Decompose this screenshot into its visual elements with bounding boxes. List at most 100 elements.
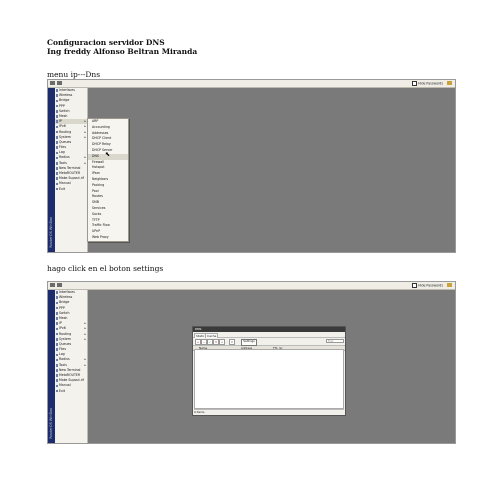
filter-icon[interactable]: ▾: [229, 339, 235, 345]
hide-passwords-toggle[interactable]: Hide Passwords: [412, 283, 443, 288]
menu-item-icon: [55, 94, 59, 98]
item-count: 0 items: [194, 410, 205, 414]
menu-item-icon: [55, 182, 59, 186]
sidebar-item-label: New Terminal: [59, 367, 81, 372]
dns-dialog-title: DNS: [195, 327, 202, 331]
menu-item-icon: [55, 389, 59, 393]
menu-item-icon: [55, 312, 59, 315]
winbox-toolbar: Hide Passwords: [48, 80, 455, 88]
lock-icon: [447, 283, 452, 287]
sidebar-item-label: PPP: [59, 103, 65, 108]
menu-item-icon: [55, 374, 59, 377]
sidebar-item-label: Queues: [59, 341, 72, 346]
checkbox-icon[interactable]: [412, 81, 418, 86]
sidebar-item-label: Switch: [59, 310, 70, 315]
menu-item-icon: [55, 337, 59, 341]
document-author: Ing freddy Alfonso Beltran Miranda: [47, 47, 198, 56]
menu-item-icon: [55, 353, 59, 357]
sidebar-item-label: Wireless: [59, 295, 73, 300]
menu-item-icon: [55, 187, 59, 191]
winbox-screenshot-dns-dialog: Hide Passwords RouterOS WinBox Interface…: [47, 281, 456, 444]
winbox-main-menu: Interfaces Wireless Bridge PPP Switch Mesh IP ▸…: [55, 88, 88, 252]
winbox-main-menu: Interfaces Wireless Bridge PPP Switch Mesh IP ▸…: [55, 290, 88, 443]
menu-item-icon: [55, 130, 59, 134]
lock-icon: [447, 81, 452, 85]
menu-item-icon: [55, 141, 59, 144]
sidebar-item-label: Bridge: [59, 98, 70, 103]
document-title: Configuracion servidor DNS: [47, 38, 165, 47]
menu-item-icon: [55, 167, 59, 170]
sidebar-item-label: Make Supout.rif: [59, 378, 85, 383]
tab-cache[interactable]: Cache: [205, 332, 219, 338]
hide-passwords-label: Hide Passwords: [418, 81, 443, 86]
menu-item-icon: [55, 332, 59, 336]
sidebar-item-label: System: [59, 134, 71, 139]
menu-item-icon: [55, 151, 59, 155]
menu-item-icon: [55, 110, 59, 113]
ip-submenu: ARP Accounting Addresses DHCP Client DHCP Re…: [87, 118, 129, 242]
menu-item-icon: [55, 317, 59, 320]
dns-static-list[interactable]: [194, 349, 344, 409]
sidebar-item-label: Interfaces: [59, 88, 75, 92]
sidebar-item-label: IPv6: [59, 124, 66, 129]
menu-item-icon: [55, 348, 59, 351]
dns-status-bar: 0 items: [194, 409, 344, 415]
sidebar-item-label: Make Supout.rif: [59, 176, 85, 181]
sidebar-item-label: Queues: [59, 139, 72, 144]
sidebar-item-label: Routing: [59, 129, 72, 134]
sidebar-item-exit[interactable]: Exit: [55, 389, 87, 394]
sidebar-item-label: MetaROUTER: [59, 373, 81, 377]
mouse-cursor-icon: ⬉: [105, 151, 111, 158]
winbox-side-strip: RouterOS WinBox: [48, 290, 55, 443]
sidebar-item-label: Wireless: [59, 93, 73, 98]
checkbox-icon[interactable]: [412, 283, 418, 288]
sidebar-item-label: IP: [59, 321, 62, 326]
sidebar-item-exit[interactable]: Exit: [55, 187, 87, 192]
find-input[interactable]: Find: [326, 339, 344, 343]
menu-item-icon: [55, 343, 59, 346]
sidebar-item-label: Files: [59, 347, 66, 352]
hide-passwords-label: Hide Passwords: [418, 283, 443, 288]
menu-item-icon: [55, 322, 59, 326]
sidebar-item-label: Interfaces: [59, 290, 75, 294]
sidebar-item-label: Mesh: [59, 113, 68, 118]
menu-item-icon: [55, 99, 59, 103]
comment-icon[interactable]: ▫: [219, 339, 225, 345]
sidebar-item-label: Routing: [59, 331, 72, 336]
sidebar-item-label: Bridge: [59, 300, 70, 305]
winbox-screenshot-ip-menu: Hide Passwords RouterOS WinBox Interface…: [47, 79, 456, 253]
hide-passwords-toggle[interactable]: Hide Passwords: [412, 81, 443, 86]
dns-dialog: DNS Static Cache + − ✓ ✕ ▫ ▾ Settings Fi…: [192, 326, 346, 416]
routeros-winbox-label: RouterOS WinBox: [49, 217, 53, 248]
menu-item-icon: [55, 363, 59, 367]
menu-item-icon: [55, 172, 59, 175]
sidebar-item-label: Tools: [59, 362, 67, 367]
sidebar-item-label: Mesh: [59, 315, 68, 320]
ip-menu-item-web-proxy[interactable]: Web Proxy: [88, 235, 128, 241]
menu-item-icon: [55, 177, 59, 181]
sidebar-item-label: MetaROUTER: [59, 171, 81, 175]
menu-item-icon: [55, 296, 59, 300]
menu-item-icon: [55, 146, 59, 149]
settings-button[interactable]: Settings: [241, 338, 257, 346]
undo-icon[interactable]: [50, 283, 55, 287]
menu-item-icon: [55, 358, 59, 362]
menu-item-icon: [55, 161, 59, 165]
menu-item-icon: [55, 125, 59, 129]
redo-icon[interactable]: [57, 81, 62, 85]
redo-icon[interactable]: [57, 283, 62, 287]
menu-item-icon: [55, 369, 59, 372]
menu-item-icon: [55, 306, 59, 310]
menu-item-icon: [55, 115, 59, 118]
sidebar-item-label: Log: [59, 352, 65, 357]
sidebar-item-label: IPv6: [59, 326, 66, 331]
sidebar-item-label: Switch: [59, 108, 70, 113]
menu-item-icon: [55, 384, 59, 388]
sidebar-item-label: Log: [59, 150, 65, 155]
sidebar-item-label: Tools: [59, 160, 67, 165]
caption-menu-ip-dns: menu ip---Dns: [47, 70, 101, 79]
sidebar-item-label: Manual: [59, 181, 71, 186]
sidebar-item-label: System: [59, 336, 71, 341]
sidebar-item-label: Radius: [59, 155, 70, 160]
undo-icon[interactable]: [50, 81, 55, 85]
